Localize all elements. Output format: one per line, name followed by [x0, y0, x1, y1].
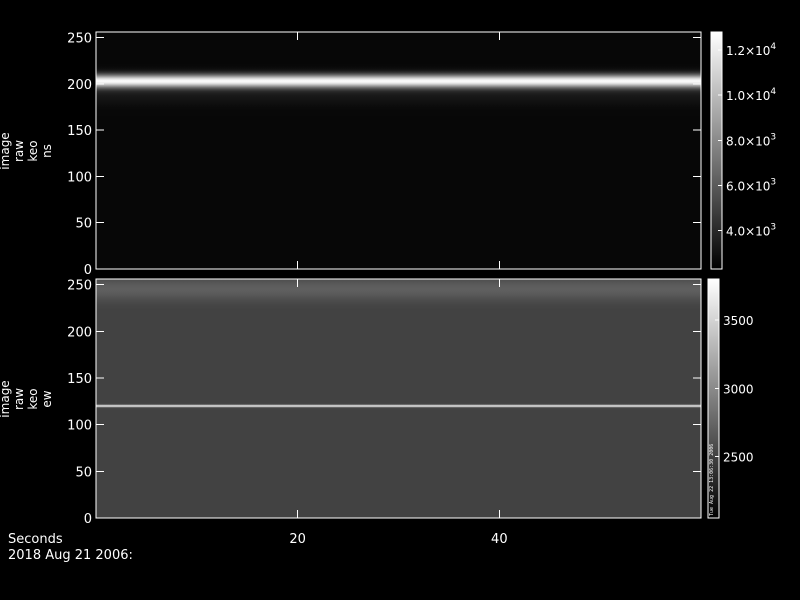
colorbar-tick-label: 1.0×104: [726, 87, 776, 103]
colorbar-tick-label: 1.2×104: [726, 42, 776, 58]
panel-ns: 0 50 100 150 200 250 image raw keo ns 4.0×103…: [0, 31, 776, 278]
colorbar-tick-label: 6.0×103: [726, 177, 776, 193]
heatmap-ns: [96, 32, 701, 269]
heatmap-ew: [96, 279, 701, 518]
ylabel-ew-line2: raw: [12, 388, 26, 410]
colorbar-tick-label: 2500: [723, 451, 754, 465]
ylabel-ew-line1: image: [0, 380, 12, 417]
y-tick-label: 150: [67, 124, 92, 139]
y-tick-label: 250: [67, 32, 92, 47]
ylabel-ns-line4: ns: [40, 144, 54, 158]
ylabel-ew-line3: keo: [26, 388, 40, 409]
ylabel-ew-line4: ew: [40, 390, 54, 407]
colorbar-tick-label: 8.0×103: [726, 132, 776, 148]
colorbar-tick-label: 3000: [723, 382, 754, 396]
date-label: 2018 Aug 21 2006:: [8, 548, 133, 563]
side-timestamp: Tue Aug 22 13:06:30 2006: [709, 444, 715, 516]
x-axis-title: Seconds: [8, 532, 63, 547]
ylabel-ns-line1: image: [0, 132, 12, 169]
colorbar-tick-label: 4.0×103: [726, 223, 776, 239]
y-tick-label: 0: [84, 512, 92, 527]
y-tick-label: 200: [67, 325, 92, 340]
x-tick-label: 40: [491, 532, 508, 547]
colorbar-tick-label: 3500: [723, 314, 754, 328]
y-tick-label: 50: [75, 217, 92, 232]
y-tick-label: 250: [67, 279, 92, 294]
colorbar-ticks-ns: 4.0×103 6.0×103 8.0×103 1.0×104 1.2×104: [718, 42, 776, 239]
x-tick-label: 20: [289, 532, 306, 547]
y-tick-label: 0: [84, 263, 92, 278]
keogram-figure: 050100150200250 image raw keo ns 4.0×103…: [0, 31, 776, 563]
colorbar-ns: [711, 32, 722, 269]
ylabel-ns-line2: raw: [12, 140, 26, 162]
y-tick-label: 100: [67, 170, 92, 185]
y-tick-label: 200: [67, 78, 92, 93]
y-tick-label: 50: [75, 465, 92, 480]
colorbar-ticks-ew: 2500 3000 3500: [715, 314, 754, 465]
panel-ew: 0 50 100 150 200 250 20 40 image raw keo ew 25…: [0, 278, 754, 547]
y-tick-label: 100: [67, 419, 92, 434]
ylabel-ns-line3: keo: [26, 140, 40, 161]
y-tick-label: 150: [67, 372, 92, 387]
